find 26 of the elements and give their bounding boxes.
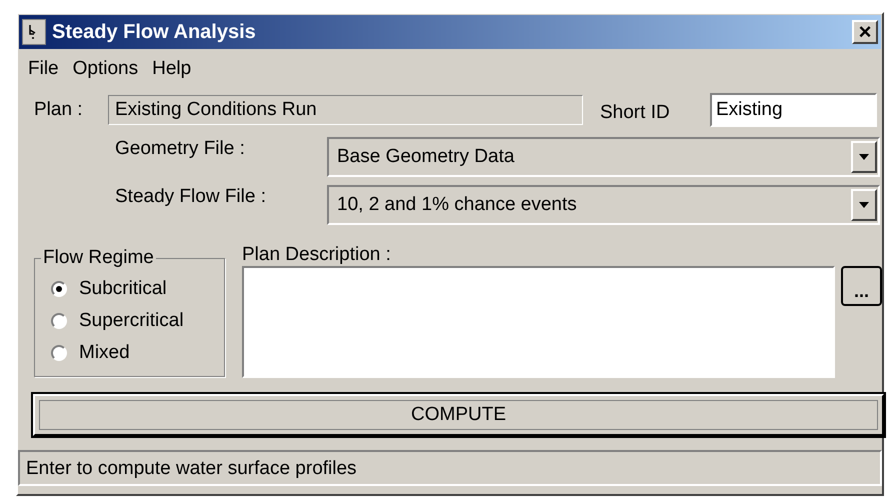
menu-item[interactable]: Options xyxy=(70,56,148,82)
menu-item[interactable]: Help xyxy=(150,56,202,82)
short-id-label: Short ID xyxy=(600,102,671,124)
close-button[interactable]: × xyxy=(852,20,878,44)
plan-description-label: Plan Description : xyxy=(242,244,392,266)
radio-button[interactable] xyxy=(51,281,67,297)
window-title: Steady Flow Analysis xyxy=(52,20,256,44)
radio-label[interactable]: Supercritical xyxy=(79,310,184,332)
plan-label: Plan : xyxy=(34,99,84,121)
radio-label[interactable]: Subcritical xyxy=(79,278,167,300)
radio-label[interactable]: Mixed xyxy=(79,342,130,364)
short-id-field[interactable]: Existing xyxy=(710,93,877,127)
group-title: Flow Regime xyxy=(41,247,156,269)
geometry-file-label: Geometry File : xyxy=(115,138,246,160)
geometry-file-dropdown[interactable]: Base Geometry Data xyxy=(327,137,880,177)
radio-button[interactable] xyxy=(51,345,67,361)
plan-description-field[interactable] xyxy=(242,266,835,378)
radio-button[interactable] xyxy=(51,313,67,329)
compute-button[interactable]: COMPUTE xyxy=(33,394,884,436)
menu-item[interactable]: File xyxy=(26,56,69,82)
status-bar: Enter to compute water surface profiles xyxy=(18,450,882,486)
steady-flow-file-label: Steady Flow File : xyxy=(115,186,267,208)
app-icon xyxy=(22,19,46,45)
steady-flow-file-dropdown[interactable]: 10, 2 and 1% chance events xyxy=(327,185,880,225)
plan-field: Existing Conditions Run xyxy=(108,95,583,125)
browse-button[interactable]: ... xyxy=(841,266,882,306)
